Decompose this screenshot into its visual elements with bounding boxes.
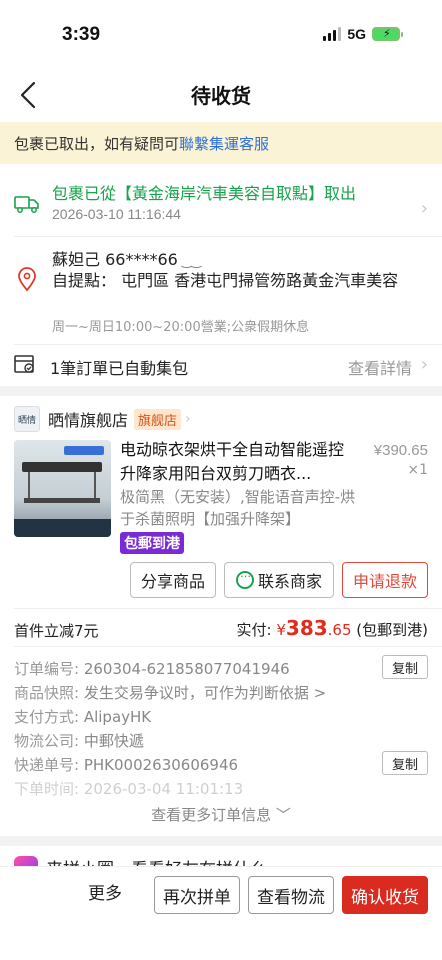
copy-order-number-button[interactable]: 复制 (382, 655, 428, 679)
logistics-company-row: 物流公司: 中郵快遞 (14, 730, 428, 754)
order-card: 晒情 晒情旗舰店 旗舰店 › 电动晾衣架烘干全自动智能遥控升降家用阳台双剪刀晒衣… (0, 396, 442, 836)
business-hours: 周一~周日10:00~20:00營業;公衆假期休息 (52, 320, 310, 335)
divider (14, 608, 442, 609)
package-icon (14, 355, 34, 373)
confirm-receipt-button[interactable]: 确认收货 (342, 876, 428, 914)
payment-summary: 首件立减7元 实付: ¥383.65 (包郵到港) (0, 614, 442, 646)
notice-text: 包裹已取出，如有疑問可 (14, 135, 180, 153)
logistics-company-key: 物流公司: (14, 732, 84, 750)
shop-header[interactable]: 晒情 晒情旗舰店 旗舰店 › (14, 406, 191, 432)
notice-banner: 包裹已取出，如有疑問可聯繫集運客服 (0, 122, 442, 164)
shipping-note: (包郵到港) (351, 621, 428, 639)
bottom-action-bar: 更多 再次拼单 查看物流 确认收货 (0, 866, 442, 960)
flagship-badge: 旗舰店 (134, 408, 182, 430)
status-bar: 3:39 5G ⚡ (0, 0, 442, 70)
confirm-receipt-label: 确认收货 (351, 887, 419, 908)
more-button[interactable]: 更多 (88, 879, 122, 904)
order-time-value: 2026-03-04 11:01:13 (83, 780, 244, 798)
recipient-name-text: 蘇妲己 66****66 (52, 250, 178, 269)
product-price: ¥390.65 (373, 442, 428, 459)
chat-icon (235, 567, 254, 589)
delivery-card: 包裹已從【黃金海岸汽車美容自取點】取出 2026-03-10 11:16:44 … (0, 164, 442, 386)
request-refund-button[interactable]: 申请退款 (342, 562, 428, 598)
product-quantity: ×1 (407, 462, 428, 478)
pickup-status-title: 包裹已從【黃金海岸汽車美容自取點】取出 (52, 184, 357, 203)
order-number-value: 260304-621858077041946 (83, 660, 290, 678)
payment-method-key: 支付方式: (14, 708, 84, 726)
share-product-button[interactable]: 分享商品 (130, 562, 216, 598)
truck-icon (14, 196, 39, 213)
share-product-label: 分享商品 (140, 572, 205, 591)
more-order-info-label: 查看更多订单信息 (151, 806, 272, 824)
copy-tracking-number-button[interactable]: 复制 (382, 751, 428, 775)
request-refund-label: 申请退款 (352, 572, 417, 591)
amount-integer: 383 (285, 616, 328, 640)
order-time-key: 下单时间: (14, 780, 84, 798)
view-logistics-button[interactable]: 查看物流 (248, 876, 334, 914)
circle-promo-row[interactable]: 来拼小圈，看看好友在拼什么 (0, 846, 442, 866)
snapshot-value: 发生交易争议时，可作为判断依据 > (83, 684, 327, 702)
more-order-info-link[interactable]: 查看更多订单信息 ﹀ (0, 804, 442, 825)
order-number-row: 订单编号: 260304-621858077041946 复制 (14, 655, 428, 682)
status-indicators: 5G ⚡ (323, 26, 403, 42)
recipient-name: 蘇妲己 66****66 ‿‿ (52, 246, 201, 270)
snapshot-row[interactable]: 商品快照: 发生交易争议时，可作为判断依据 > (14, 682, 428, 706)
chevron-down-icon: ﹀ (275, 806, 291, 824)
currency-symbol: ¥ (276, 621, 286, 639)
shop-name: 晒情旗舰店 (48, 411, 129, 430)
order-number-key: 订单编号: (14, 660, 84, 678)
tracking-number-row: 快递单号: PHK0002630606946 复制 (14, 751, 428, 778)
section-gap (0, 836, 442, 846)
product-image[interactable] (14, 440, 111, 537)
pickup-address: 自提點： 屯門區 香港屯門掃管笏路黃金汽車美容 (52, 271, 399, 290)
order-time-row: 下单时间: 2026-03-04 11:01:13 (14, 778, 428, 802)
paid-amount: 实付: ¥383.65 (包郵到港) (237, 616, 428, 640)
shipping-tag: 包郵到港 (120, 532, 184, 554)
network-type: 5G (347, 26, 366, 42)
signal-icon (323, 27, 342, 41)
snapshot-key: 商品快照: (14, 684, 84, 702)
circle-app-icon (14, 856, 38, 866)
address-block: 蘇妲己 66****66 ‿‿ 自提點： 屯門區 香港屯門掃管笏路黃金汽車美容 周… (0, 244, 442, 344)
tracking-number-key: 快递单号: (14, 756, 84, 774)
contact-support-link[interactable]: 聯繫集運客服 (179, 135, 269, 153)
divider (14, 646, 442, 647)
eye-icon[interactable]: ‿‿ (182, 254, 201, 268)
divider (14, 236, 442, 237)
status-time: 3:39 (62, 24, 101, 45)
payment-method-row: 支付方式: AlipayHK (14, 706, 428, 730)
battery-icon: ⚡ (372, 27, 403, 41)
nav-bar: 待收货 (0, 70, 442, 122)
chevron-right-icon: › (420, 198, 428, 219)
paid-label: 实付: (236, 621, 277, 639)
pickup-status-row[interactable]: 包裹已從【黃金海岸汽車美容自取點】取出 2026-03-10 11:16:44 … (0, 174, 442, 234)
logistics-company-value: 中郵快遞 (83, 732, 144, 750)
pickup-time: 2026-03-10 11:16:44 (52, 206, 181, 222)
location-pin-icon (18, 267, 36, 292)
product-title[interactable]: 电动晾衣架烘干全自动智能遥控升降家用阳台双剪刀晒衣... (120, 438, 352, 486)
rebuy-label: 再次拼单 (163, 887, 231, 908)
view-details-link[interactable]: 查看詳情 (348, 355, 412, 379)
rebuy-button[interactable]: 再次拼单 (154, 876, 240, 914)
payment-method-value: AlipayHK (83, 708, 152, 726)
tracking-number-value: PHK0002630606946 (83, 756, 239, 774)
amount-decimal: .65 (327, 621, 352, 639)
package-text: 1筆訂單已自動集包 (50, 359, 189, 378)
package-row[interactable]: 1筆訂單已自動集包 查看詳情 › (0, 344, 442, 386)
section-gap (0, 386, 442, 396)
page-title: 待收货 (191, 84, 251, 108)
discount-text: 首件立减7元 (14, 622, 99, 640)
chevron-right-icon: › (185, 411, 191, 427)
contact-seller-button[interactable]: 联系商家 (224, 562, 334, 598)
product-spec: 极简黑（无安装）,智能语音声控-烘于杀菌照明【加强升降架】 (120, 488, 356, 528)
view-logistics-label: 查看物流 (257, 887, 325, 908)
chevron-right-icon: › (420, 354, 428, 375)
contact-seller-label: 联系商家 (257, 572, 322, 591)
shop-logo: 晒情 (14, 406, 40, 432)
circle-promo-text: 来拼小圈，看看好友在拼什么 (46, 855, 267, 866)
